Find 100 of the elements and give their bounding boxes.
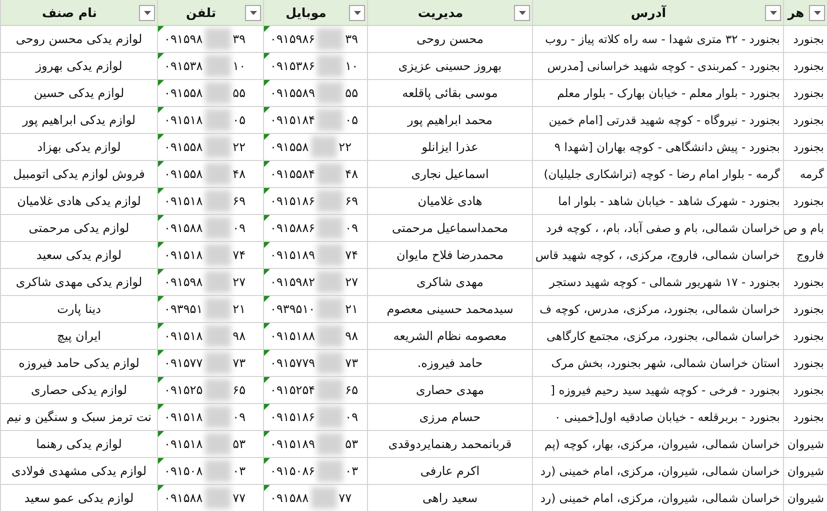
number-end: ۰۳ — [232, 464, 246, 478]
blur-patch — [317, 379, 344, 401]
number-start: ۰۹۱۵۱۸ — [164, 329, 203, 343]
manager-cell: مهدی حصاری — [367, 377, 532, 404]
number-start: ۰۹۱۵۱۸ — [164, 437, 203, 451]
number-start: ۰۹۱۵۹۸ — [164, 275, 203, 289]
address-cell: بجنورد - شهرک شاهد - خیابان شاهد - بلوار اما — [532, 188, 783, 215]
address-cell: بجنورد - نیروگاه - کوچه شهید قدرتی [امام خمین — [532, 107, 783, 134]
number-end: ۶۹ — [345, 194, 358, 208]
number-end: ۰۹ — [232, 410, 246, 424]
number-start: ۰۹۱۵۳۸۶ — [270, 59, 316, 73]
manager-cell: حسام مرزی — [367, 404, 532, 431]
filter-button[interactable] — [349, 4, 365, 20]
blur-patch — [204, 55, 231, 77]
city-cell: بجنورد — [783, 296, 827, 323]
number-end: ۷۷ — [232, 491, 246, 505]
business-name-cell: فروش لوازم یدکی اتومبیل — [0, 161, 157, 188]
blur-patch — [317, 271, 344, 293]
city-cell: بجنورد — [783, 26, 827, 53]
address-cell: بجنورد - ۱۷ شهریور شمالی - کوچه شهید دستجر — [532, 269, 783, 296]
address-cell: خراسان شمالی، بجنورد، مرکزی، مدرس، کوچه ف — [532, 296, 783, 323]
number-start: ۰۹۱۵۵۸ — [270, 140, 309, 154]
blur-patch — [317, 433, 344, 455]
city-cell: بجنورد — [783, 377, 827, 404]
blur-patch — [317, 460, 344, 482]
manager-cell: حامد فیروزه. — [367, 350, 532, 377]
number-start: ۰۹۱۵۱۸۹ — [270, 437, 316, 451]
address-cell: خراسان شمالی، شیروان، مرکزی، امام خمینی (رد — [532, 458, 783, 485]
number-end: ۰۵ — [345, 113, 358, 127]
manager-cell: مهدی شاکری — [367, 269, 532, 296]
manager-cell: محمداسماعیل مرحمتی — [367, 215, 532, 242]
blur-patch — [317, 55, 344, 77]
blur-patch — [317, 244, 344, 266]
number-start: ۰۹۱۵۰۸۶ — [270, 464, 316, 478]
blur-patch — [317, 406, 344, 428]
city-cell: بجنورد — [783, 53, 827, 80]
number-start: ۰۹۱۵۱۸ — [164, 113, 203, 127]
blur-patch — [317, 190, 344, 212]
address-cell: استان خراسان شمالی، شهر بجنورد، بخش مرک — [532, 350, 783, 377]
address-cell: بجنورد - بربرقلعه - خیابان صادقیه اول[خمینی ۰ — [532, 404, 783, 431]
blur-patch — [204, 271, 231, 293]
number-end: ۳۹ — [232, 32, 246, 46]
number-end: ۵۳ — [232, 437, 246, 451]
number-end: ۷۷ — [338, 491, 352, 505]
city-cell: بجنورد — [783, 134, 827, 161]
number-start: ۰۹۱۵۱۸۶ — [270, 194, 316, 208]
number-end: ۱۰ — [345, 59, 358, 73]
address-cell: بجنورد - پیش دانشگاهی - کوچه بهاران [شهدا ۹ — [532, 134, 783, 161]
number-start: ۰۹۱۵۱۸ — [164, 410, 203, 424]
number-start: ۰۹۱۵۹۸۶ — [270, 32, 316, 46]
blur-patch — [204, 244, 231, 266]
number-end: ۰۳ — [345, 464, 358, 478]
business-name-cell: لوازم یدکی مرحمتی — [0, 215, 157, 242]
blur-patch — [317, 163, 344, 185]
address-cell: خراسان شمالی، شیروان، مرکزی، بهار، کوچه (پم — [532, 431, 783, 458]
number-end: ۶۹ — [232, 194, 246, 208]
number-start: ۰۹۱۵۷۷ — [164, 356, 203, 370]
business-name-cell: لوازم یدکی حسین — [0, 80, 157, 107]
filter-button[interactable] — [514, 4, 530, 20]
filter-button[interactable] — [245, 4, 261, 20]
number-start: ۰۹۱۵۹۸ — [164, 32, 203, 46]
business-name-cell: نت ترمز سبک و سنگین و نیم — [0, 404, 157, 431]
number-start: ۰۹۱۵۷۷۹ — [270, 356, 316, 370]
business-name-cell: لوازم یدکی حامد فیروزه — [0, 350, 157, 377]
filter-button[interactable] — [139, 4, 155, 20]
business-name-cell: ایران پیچ — [0, 323, 157, 350]
number-start: ۰۹۱۵۸۸ — [270, 491, 309, 505]
city-cell: بجنورد — [783, 80, 827, 107]
blur-patch — [204, 406, 231, 428]
business-name-cell: لوازم یدکی مشهدی فولادی — [0, 458, 157, 485]
manager-cell: سعید راهی — [367, 485, 532, 512]
number-start: ۰۹۱۵۱۸ — [164, 248, 203, 262]
number-end: ۷۴ — [232, 248, 246, 262]
number-start: ۰۹۱۵۸۸ — [164, 491, 203, 505]
number-end: ۵۵ — [232, 86, 246, 100]
blur-patch — [204, 325, 231, 347]
blur-patch — [204, 379, 231, 401]
blur-patch — [204, 163, 231, 185]
address-cell: بجنورد - فرخی - کوچه شهید سید رحیم فیروزه [ — [532, 377, 783, 404]
number-end: ۶۵ — [232, 383, 246, 397]
manager-cell: بهروز حسینی عزیزی — [367, 53, 532, 80]
blur-patch — [204, 109, 231, 131]
blur-patch — [204, 190, 231, 212]
header-label: هر — [786, 5, 806, 20]
blur-patch — [317, 109, 344, 131]
blur-patch — [204, 460, 231, 482]
filter-button[interactable] — [765, 4, 781, 20]
number-start: ۰۹۱۵۱۸۹ — [270, 248, 316, 262]
filter-button[interactable] — [809, 4, 825, 20]
city-cell: شیروان — [783, 458, 827, 485]
number-start: ۰۹۱۵۲۵ — [164, 383, 203, 397]
business-name-cell: لوازم یدکی سعید — [0, 242, 157, 269]
caret-icon — [354, 10, 360, 14]
manager-cell: معصومه نظام الشریعه — [367, 323, 532, 350]
number-start: ۰۹۱۵۵۸ — [164, 140, 203, 154]
blur-patch — [204, 487, 231, 509]
city-cell: بجنورد — [783, 107, 827, 134]
business-name-cell: دینا پارت — [0, 296, 157, 323]
blur-patch — [204, 136, 231, 158]
blur-patch — [204, 217, 231, 239]
